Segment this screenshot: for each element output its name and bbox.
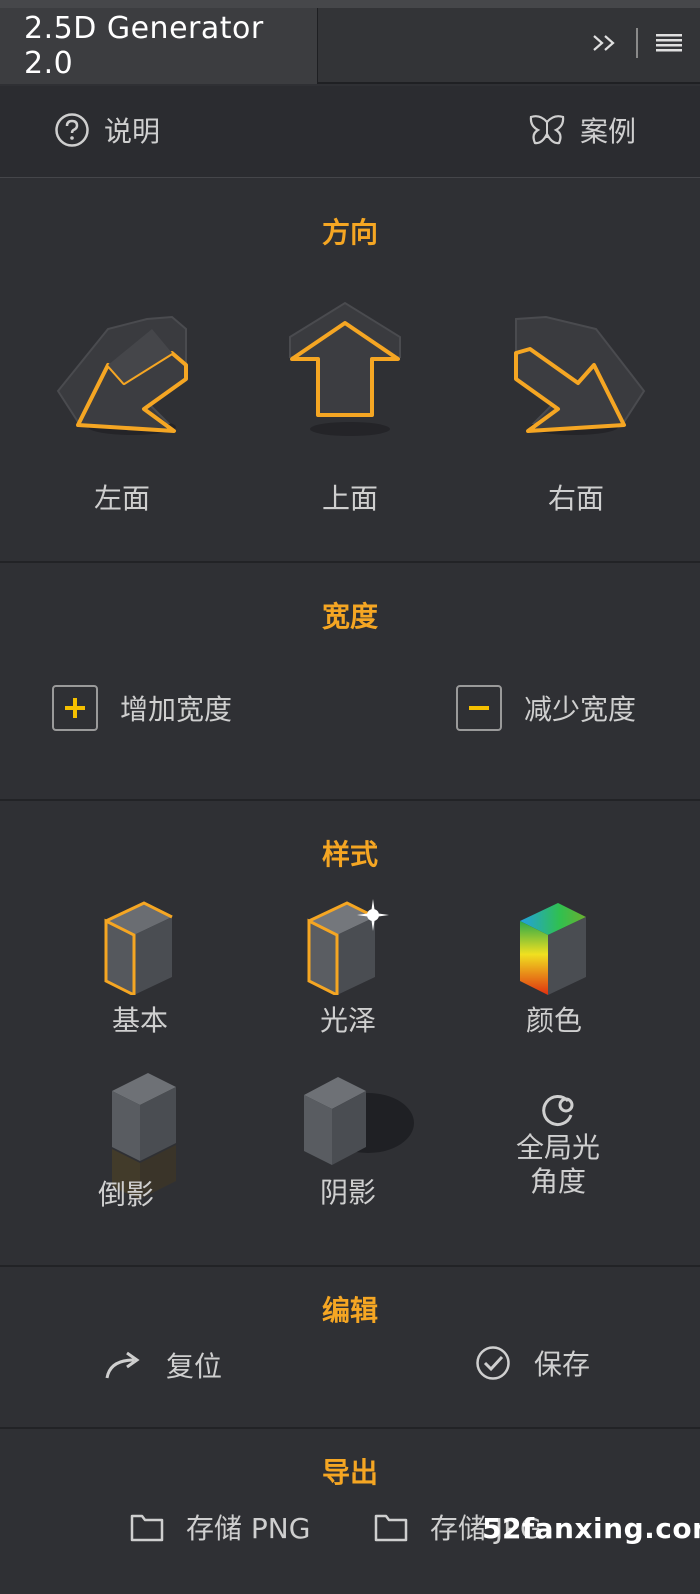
direction-left-label: 左面 — [93, 482, 150, 515]
width-section: 宽度 增加宽度 减少宽度 — [0, 565, 700, 801]
style-color-label: 颜色 — [525, 1004, 582, 1037]
shadow-cube-icon — [304, 1077, 414, 1165]
style-title: 样式 — [321, 838, 378, 871]
folder-icon — [374, 1514, 408, 1542]
save-png-button[interactable]: 存储 PNG — [130, 1507, 310, 1547]
minus-icon — [456, 685, 502, 731]
width-title: 宽度 — [321, 600, 378, 633]
plus-icon — [52, 685, 98, 731]
increase-width-label: 增加宽度 — [120, 693, 233, 726]
direction-right-button[interactable] — [500, 309, 650, 443]
check-circle-icon — [476, 1346, 510, 1380]
question-circle-icon — [55, 113, 89, 147]
panel-title: 2.5D Generator 2.0 — [24, 11, 264, 81]
butterfly-icon — [529, 115, 565, 145]
direction-right-label: 右面 — [547, 482, 604, 515]
gloss-cube-icon — [307, 899, 389, 998]
examples-button[interactable]: 案例 — [528, 110, 636, 150]
global-light-label-line1: 全局光 — [515, 1131, 600, 1164]
style-gloss-label: 光泽 — [319, 1004, 376, 1037]
site-watermark: 52fanxing.com — [482, 1512, 700, 1545]
double-chevron-right-icon — [593, 35, 615, 51]
redo-arrow-icon — [105, 1351, 140, 1379]
global-light-angle-button[interactable]: 全局光 角度 — [478, 1091, 638, 1199]
arrow-right-face-icon — [514, 315, 646, 435]
light-angle-icon — [542, 1095, 574, 1126]
edit-section: 编辑 复位 保存 — [0, 1269, 700, 1429]
style-color-button[interactable]: 颜色 — [474, 899, 634, 1039]
panel-tab[interactable]: 2.5D Generator 2.0 — [0, 8, 318, 84]
menu-icon — [656, 34, 682, 52]
panel-tab-bar: 2.5D Generator 2.0 — [0, 0, 700, 84]
help-bar: 说明 案例 — [0, 86, 700, 178]
folder-icon — [130, 1514, 164, 1542]
direction-top-label: 上面 — [321, 482, 378, 515]
top-strip — [0, 0, 700, 8]
style-reflection-label: 倒影 — [97, 1178, 154, 1211]
direction-top-button[interactable] — [280, 297, 420, 441]
direction-title: 方向 — [321, 216, 378, 249]
basic-cube-icon — [104, 901, 173, 998]
direction-section: 方向 左面 上面 右面 — [0, 179, 700, 563]
reset-button[interactable]: 复位 — [104, 1345, 222, 1385]
arrow-left-face-icon — [56, 315, 188, 435]
collapse-panel-button[interactable] — [588, 26, 622, 60]
arrow-up-face-icon — [289, 301, 401, 436]
save-label: 保存 — [534, 1348, 591, 1381]
examples-label: 案例 — [580, 115, 637, 148]
edit-title: 编辑 — [321, 1294, 378, 1327]
save-png-label: 存储 PNG — [186, 1512, 311, 1545]
style-shadow-button[interactable]: 阴影 — [268, 1073, 428, 1211]
increase-width-button[interactable]: 增加宽度 — [52, 685, 232, 731]
decrease-width-button[interactable]: 减少宽度 — [456, 685, 636, 731]
panel-menu-button[interactable] — [652, 26, 686, 60]
help-button[interactable]: 说明 — [54, 110, 160, 150]
direction-left-button[interactable] — [52, 309, 202, 443]
style-basic-button[interactable]: 基本 — [60, 899, 220, 1039]
help-label: 说明 — [104, 115, 161, 148]
save-button[interactable]: 保存 — [474, 1343, 590, 1383]
decrease-width-label: 减少宽度 — [524, 693, 637, 726]
global-light-label-line2: 角度 — [529, 1165, 586, 1198]
style-section: 样式 基本 光泽 颜色 倒影 阴影 全局光 角度 — [0, 803, 700, 1267]
style-shadow-label: 阴影 — [319, 1176, 376, 1209]
export-title: 导出 — [321, 1456, 378, 1489]
style-gloss-button[interactable]: 光泽 — [268, 899, 428, 1039]
color-cube-icon — [520, 903, 586, 995]
style-basic-label: 基本 — [111, 1004, 168, 1037]
panel-controls — [588, 26, 686, 60]
controls-divider — [636, 28, 638, 58]
reset-label: 复位 — [166, 1350, 223, 1383]
